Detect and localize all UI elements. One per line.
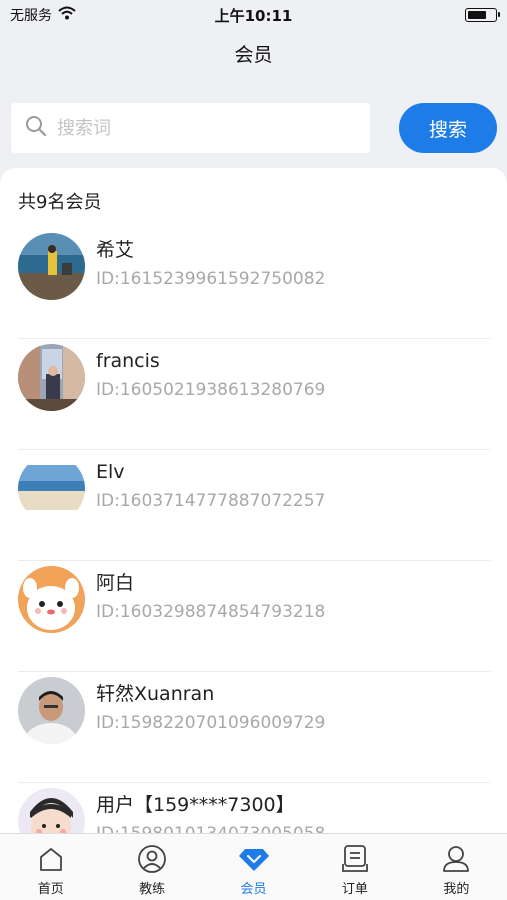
avatar <box>18 677 85 744</box>
member-id: ID:1598220701096009729 <box>96 713 326 733</box>
member-id: ID:1615239961592750082 <box>96 269 326 289</box>
carrier-text: 无服务 <box>10 8 52 24</box>
tab-label: 教练 <box>139 882 166 897</box>
tab-order[interactable]: 订单 <box>304 834 405 900</box>
member-list-card: 共9名会员 希艾 ID:1615239961592750082 francis … <box>0 168 507 833</box>
member-name: 阿白 <box>96 572 135 594</box>
member-id: ID:1598010134073005058 <box>96 820 325 833</box>
tab-mine[interactable]: 我的 <box>406 834 507 900</box>
tab-label: 首页 <box>37 882 64 897</box>
search-row: 搜索 <box>11 103 497 153</box>
wifi-icon <box>58 6 76 24</box>
avatar <box>18 566 85 633</box>
tab-coach[interactable]: 教练 <box>101 834 202 900</box>
tab-label: 订单 <box>341 882 368 897</box>
member-row[interactable]: 阿白 ID:1603298874854793218 <box>0 561 507 672</box>
member-row[interactable]: Elv ID:1603714777887072257 <box>0 450 507 561</box>
member-row[interactable]: 用户【159****7300】 ID:1598010134073005058 <box>0 783 507 833</box>
member-name: 用户【159****7300】 <box>96 794 295 816</box>
member-row[interactable]: francis ID:1605021938613280769 <box>0 339 507 450</box>
home-icon <box>35 844 67 874</box>
tab-home[interactable]: 首页 <box>0 834 101 900</box>
status-left: 无服务 <box>10 5 76 25</box>
member-name: 希艾 <box>96 239 135 261</box>
tab-member[interactable]: 会员 <box>203 834 304 900</box>
user-circle-icon <box>136 844 168 874</box>
member-row[interactable]: 轩然Xuanran ID:1598220701096009729 <box>0 672 507 783</box>
page-title: 会员 <box>234 44 273 66</box>
member-id: ID:1603714777887072257 <box>96 491 326 511</box>
avatar <box>18 455 85 522</box>
member-row[interactable]: 希艾 ID:1615239961592750082 <box>0 228 507 339</box>
status-time: 上午10:11 <box>214 6 293 25</box>
person-icon <box>440 844 472 874</box>
member-count: 共9名会员 <box>18 192 102 213</box>
member-name: Elv <box>96 461 125 483</box>
status-bar: 无服务 上午10:11 <box>0 0 507 30</box>
member-name: francis <box>96 350 160 372</box>
member-list: 希艾 ID:1615239961592750082 francis ID:160… <box>0 228 507 833</box>
search-input[interactable] <box>57 117 337 139</box>
search-box[interactable] <box>11 103 370 153</box>
member-id: ID:1603298874854793218 <box>96 602 326 622</box>
member-id: ID:1605021938613280769 <box>96 380 326 400</box>
member-name: 轩然Xuanran <box>96 683 215 705</box>
tab-label: 会员 <box>240 882 267 897</box>
diamond-icon <box>238 844 270 874</box>
battery-icon <box>465 8 500 22</box>
avatar <box>18 788 85 833</box>
search-button[interactable]: 搜索 <box>399 103 497 153</box>
avatar <box>18 233 85 300</box>
tab-label: 我的 <box>443 882 470 897</box>
avatar <box>18 344 85 411</box>
search-icon <box>25 115 47 141</box>
tab-bar: 首页 教练 会员 订单 我的 <box>0 833 507 900</box>
order-icon <box>339 844 371 874</box>
